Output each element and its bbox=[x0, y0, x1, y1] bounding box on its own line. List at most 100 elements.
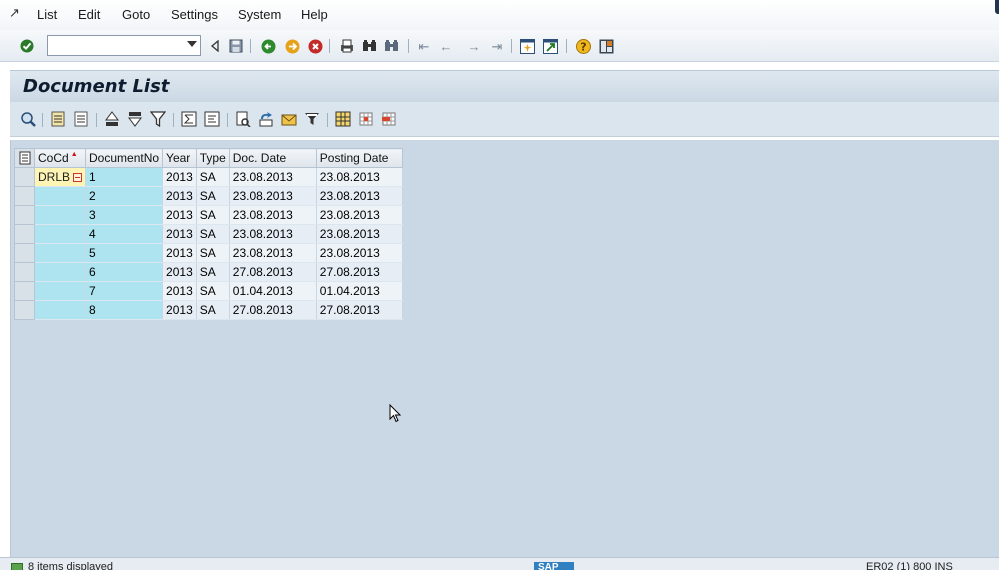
enter-icon[interactable] bbox=[19, 38, 35, 54]
doc-date-cell[interactable]: 23.08.2013 bbox=[229, 167, 317, 187]
docno-cell[interactable]: 4 bbox=[85, 224, 164, 244]
menu-system[interactable]: System bbox=[238, 7, 281, 22]
select-all-icon[interactable] bbox=[50, 111, 66, 127]
posting-date-cell[interactable]: 01.04.2013 bbox=[316, 281, 403, 301]
table-row[interactable]: 2 2013 SA 23.08.2013 23.08.2013 bbox=[14, 186, 403, 206]
save-icon[interactable] bbox=[228, 38, 244, 54]
posting-date-cell[interactable]: 23.08.2013 bbox=[316, 167, 403, 187]
sort-ascending-icon[interactable] bbox=[104, 111, 120, 127]
table-row[interactable]: 6 2013 SA 27.08.2013 27.08.2013 bbox=[14, 262, 403, 282]
doc-date-cell[interactable]: 23.08.2013 bbox=[229, 243, 317, 263]
type-cell[interactable]: SA bbox=[196, 186, 230, 206]
cocd-cell[interactable] bbox=[34, 262, 87, 282]
docno-cell[interactable]: 3 bbox=[85, 205, 164, 225]
row-selector[interactable] bbox=[14, 205, 35, 225]
shortcut-icon[interactable] bbox=[542, 38, 558, 54]
doc-date-cell[interactable]: 27.08.2013 bbox=[229, 300, 317, 320]
column-header-cocd[interactable]: CoCd ▲ bbox=[33, 148, 87, 168]
type-cell[interactable]: SA bbox=[196, 243, 230, 263]
system-info[interactable]: ER02 (1) 800 INS bbox=[866, 561, 953, 570]
year-cell[interactable]: 2013 bbox=[162, 281, 197, 301]
row-selector[interactable] bbox=[14, 281, 35, 301]
last-page-icon[interactable]: ⇥ bbox=[489, 38, 505, 54]
row-selector[interactable] bbox=[14, 186, 35, 206]
exit-icon[interactable] bbox=[284, 38, 300, 54]
menu-list[interactable]: List bbox=[37, 7, 57, 22]
docno-cell[interactable]: 6 bbox=[85, 262, 164, 282]
posting-date-cell[interactable]: 23.08.2013 bbox=[316, 224, 403, 244]
cocd-cell[interactable] bbox=[34, 186, 87, 206]
posting-date-cell[interactable]: 23.08.2013 bbox=[316, 186, 403, 206]
doc-date-cell[interactable]: 27.08.2013 bbox=[229, 262, 317, 282]
table-row[interactable]: 3 2013 SA 23.08.2013 23.08.2013 bbox=[14, 205, 403, 225]
menu-edit[interactable]: Edit bbox=[78, 7, 100, 22]
posting-date-cell[interactable]: 23.08.2013 bbox=[316, 243, 403, 263]
cocd-cell[interactable] bbox=[34, 205, 87, 225]
year-cell[interactable]: 2013 bbox=[162, 243, 197, 263]
create-session-icon[interactable] bbox=[519, 38, 535, 54]
deselect-all-icon[interactable] bbox=[73, 111, 89, 127]
sort-descending-icon[interactable] bbox=[127, 111, 143, 127]
layout-select-icon[interactable] bbox=[381, 111, 397, 127]
type-cell[interactable]: SA bbox=[196, 205, 230, 225]
year-cell[interactable]: 2013 bbox=[162, 186, 197, 206]
year-cell[interactable]: 2013 bbox=[162, 300, 197, 320]
cancel-icon[interactable] bbox=[307, 38, 323, 54]
doc-date-cell[interactable]: 01.04.2013 bbox=[229, 281, 317, 301]
row-selector[interactable] bbox=[14, 224, 35, 244]
docno-cell[interactable]: 5 bbox=[85, 243, 164, 263]
table-row[interactable]: DRLB 1 2013 SA 23.08.2013 23.08.2013 bbox=[14, 167, 403, 187]
table-row[interactable]: 5 2013 SA 23.08.2013 23.08.2013 bbox=[14, 243, 403, 263]
cocd-cell[interactable] bbox=[34, 224, 87, 244]
chevron-down-icon[interactable] bbox=[187, 41, 197, 47]
column-header-doc-date[interactable]: Doc. Date bbox=[228, 148, 317, 168]
doc-date-cell[interactable]: 23.08.2013 bbox=[229, 186, 317, 206]
cocd-cell[interactable] bbox=[34, 243, 87, 263]
export-icon[interactable] bbox=[258, 111, 274, 127]
command-input[interactable] bbox=[48, 36, 178, 55]
abc-analysis-icon[interactable] bbox=[304, 111, 320, 127]
column-header-documentno[interactable]: DocumentNo bbox=[85, 148, 164, 168]
posting-date-cell[interactable]: 27.08.2013 bbox=[316, 262, 403, 282]
docno-cell[interactable]: 8 bbox=[85, 300, 164, 320]
layout-change-icon[interactable] bbox=[358, 111, 374, 127]
back-icon[interactable] bbox=[207, 38, 223, 54]
type-cell[interactable]: SA bbox=[196, 224, 230, 244]
first-page-icon[interactable]: ⇤ bbox=[416, 38, 432, 54]
column-header-type[interactable]: Type bbox=[195, 148, 230, 168]
doc-date-cell[interactable]: 23.08.2013 bbox=[229, 205, 317, 225]
column-header-year[interactable]: Year bbox=[162, 148, 197, 168]
type-cell[interactable]: SA bbox=[196, 167, 230, 187]
table-row[interactable]: 4 2013 SA 23.08.2013 23.08.2013 bbox=[14, 224, 403, 244]
subtotal-expand-icon[interactable] bbox=[73, 173, 83, 183]
select-all-cell[interactable] bbox=[14, 148, 35, 168]
previous-page-icon[interactable]: ← bbox=[438, 38, 454, 54]
type-cell[interactable]: SA bbox=[196, 262, 230, 282]
year-cell[interactable]: 2013 bbox=[162, 167, 197, 187]
layout-icon[interactable] bbox=[598, 38, 614, 54]
docno-cell[interactable]: 1 bbox=[85, 167, 164, 187]
total-icon[interactable] bbox=[181, 111, 197, 127]
posting-date-cell[interactable]: 23.08.2013 bbox=[316, 205, 403, 225]
details-icon[interactable] bbox=[20, 111, 36, 127]
year-cell[interactable]: 2013 bbox=[162, 205, 197, 225]
column-header-posting-date[interactable]: Posting Date bbox=[315, 148, 403, 168]
doc-date-cell[interactable]: 23.08.2013 bbox=[229, 224, 317, 244]
help-icon[interactable]: ? bbox=[575, 38, 591, 54]
type-cell[interactable]: SA bbox=[196, 300, 230, 320]
next-page-icon[interactable]: → bbox=[466, 38, 482, 54]
back-arrow-icon[interactable] bbox=[260, 38, 276, 54]
system-menu-icon[interactable]: ↗ bbox=[9, 5, 20, 21]
row-selector[interactable] bbox=[14, 300, 35, 320]
cocd-cell[interactable] bbox=[34, 300, 87, 320]
row-selector[interactable] bbox=[14, 167, 35, 187]
menu-goto[interactable]: Goto bbox=[122, 7, 150, 22]
email-icon[interactable] bbox=[281, 111, 297, 127]
docno-cell[interactable]: 7 bbox=[85, 281, 164, 301]
subtotal-icon[interactable] bbox=[204, 111, 220, 127]
menu-settings[interactable]: Settings bbox=[171, 7, 218, 22]
menu-help[interactable]: Help bbox=[301, 7, 328, 22]
posting-date-cell[interactable]: 27.08.2013 bbox=[316, 300, 403, 320]
year-cell[interactable]: 2013 bbox=[162, 224, 197, 244]
print-preview-icon[interactable] bbox=[235, 111, 251, 127]
